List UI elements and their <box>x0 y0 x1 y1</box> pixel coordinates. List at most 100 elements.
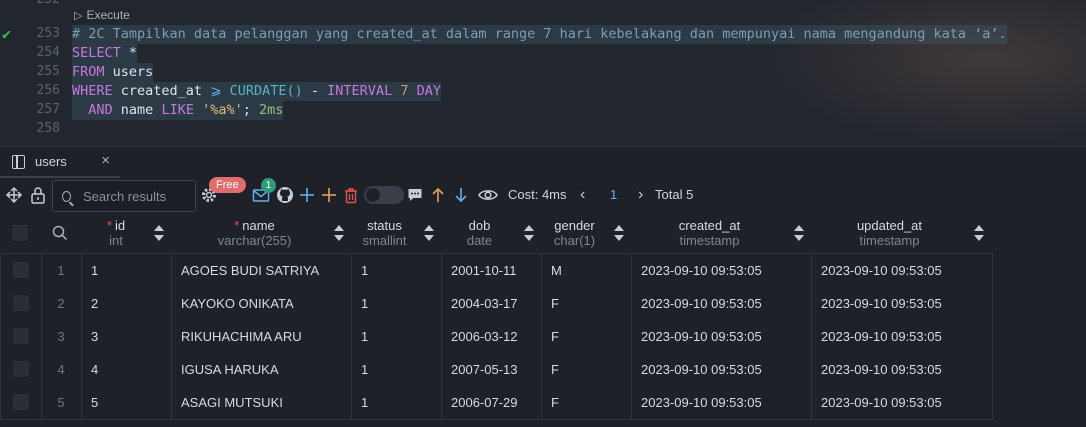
move-icon[interactable] <box>4 177 24 213</box>
column-type: timestamp <box>859 233 920 248</box>
row-checkbox[interactable] <box>13 295 29 311</box>
row-number: 4 <box>57 362 65 377</box>
cell-id[interactable]: 2 <box>91 287 166 320</box>
cell-created-at[interactable]: 2023-09-10 09:53:05 <box>641 287 806 320</box>
code-line-and: AND name LIKE '%a%'; 2ms <box>72 101 284 120</box>
sort-icon[interactable] <box>154 225 164 241</box>
cell-name[interactable]: ASAGI MUTSUKI <box>181 386 346 419</box>
cell-updated-at[interactable]: 2023-09-10 09:53:05 <box>821 353 986 386</box>
table-row[interactable]: 2 2 KAYOKO ONIKATA 1 2004-03-17 F 2023-0… <box>1 287 992 320</box>
cell-created-at[interactable]: 2023-09-10 09:53:05 <box>641 386 806 419</box>
table-row[interactable]: 3 3 RIKUHACHIMA ARU 1 2006-03-12 F 2023-… <box>1 320 992 353</box>
column-header-status[interactable]: status smallint <box>352 213 417 253</box>
lock-icon[interactable] <box>28 177 48 213</box>
arrow-down-icon[interactable] <box>451 177 471 213</box>
sort-icon[interactable] <box>614 225 624 241</box>
row-checkbox[interactable] <box>13 361 29 377</box>
page-number[interactable]: 1 <box>610 177 617 213</box>
cell-updated-at[interactable]: 2023-09-10 09:53:05 <box>821 254 986 287</box>
cell-id[interactable]: 5 <box>91 386 166 419</box>
row-checkbox[interactable] <box>13 262 29 278</box>
column-type: timestamp <box>679 233 740 248</box>
cell-created-at[interactable]: 2023-09-10 09:53:05 <box>641 254 806 287</box>
sql-keyword: SELECT <box>72 45 121 61</box>
sql-keyword: AND <box>88 102 113 118</box>
column-header-updated-at[interactable]: updated_at timestamp <box>812 213 967 253</box>
cell-created-at[interactable]: 2023-09-10 09:53:05 <box>641 320 806 353</box>
line-number: 252 <box>0 0 60 7</box>
cell-dob[interactable]: 2006-07-29 <box>451 386 536 419</box>
cell-dob[interactable]: 2006-03-12 <box>451 320 536 353</box>
cell-updated-at[interactable]: 2023-09-10 09:53:05 <box>821 320 986 353</box>
cell-updated-at[interactable]: 2023-09-10 09:53:05 <box>821 287 986 320</box>
table-row[interactable]: 5 5 ASAGI MUTSUKI 1 2006-07-29 F 2023-09… <box>1 386 992 419</box>
cell-gender[interactable]: F <box>551 353 626 386</box>
cell-status[interactable]: 1 <box>361 353 436 386</box>
execute-button[interactable]: ▷ Execute <box>74 8 130 22</box>
row-checkbox[interactable] <box>13 394 29 410</box>
next-page-button[interactable]: › <box>638 177 643 213</box>
add-column-icon[interactable] <box>319 177 339 213</box>
sort-icon[interactable] <box>424 225 434 241</box>
cell-updated-at[interactable]: 2023-09-10 09:53:05 <box>821 386 986 419</box>
code-line-select: SELECT * <box>72 44 138 63</box>
cell-status[interactable]: 1 <box>361 320 436 353</box>
column-header-dob[interactable]: dob date <box>442 213 517 253</box>
line-number: 256 <box>36 83 60 98</box>
search-field[interactable] <box>52 180 196 212</box>
cell-dob[interactable]: 2001-10-11 <box>451 254 536 287</box>
table-row[interactable]: 4 4 IGUSA HARUKA 1 2007-05-13 F 2023-09-… <box>1 353 992 386</box>
add-row-icon[interactable] <box>297 177 317 213</box>
column-header-gender[interactable]: gender char(1) <box>542 213 607 253</box>
sort-icon[interactable] <box>974 225 984 241</box>
search-input[interactable] <box>81 187 195 205</box>
prev-page-button[interactable]: ‹ <box>580 177 585 213</box>
cell-gender[interactable]: F <box>551 320 626 353</box>
cell-created-at[interactable]: 2023-09-10 09:53:05 <box>641 353 806 386</box>
cell-name[interactable]: IGUSA HARUKA <box>181 353 346 386</box>
cell-id[interactable]: 4 <box>91 353 166 386</box>
column-type: varchar(255) <box>217 233 292 248</box>
sort-icon[interactable] <box>794 225 804 241</box>
cell-name[interactable]: AGOES BUDI SATRIYA <box>181 254 346 287</box>
sort-icon[interactable] <box>334 225 344 241</box>
close-icon[interactable]: × <box>101 152 110 169</box>
cell-dob[interactable]: 2004-03-17 <box>451 287 536 320</box>
select-all-checkbox[interactable] <box>12 225 28 241</box>
row-number: 1 <box>57 263 65 278</box>
github-icon[interactable] <box>275 177 295 213</box>
eye-icon[interactable] <box>477 177 499 213</box>
cell-gender[interactable]: F <box>551 386 626 419</box>
table-icon <box>12 154 25 169</box>
column-name: id <box>114 218 126 233</box>
editor-background-art <box>756 0 1086 146</box>
row-number: 3 <box>57 329 65 344</box>
row-checkbox[interactable] <box>13 328 29 344</box>
search-icon[interactable] <box>50 213 70 253</box>
comment-icon[interactable] <box>405 177 425 213</box>
cell-id[interactable]: 3 <box>91 320 166 353</box>
sort-icon[interactable] <box>524 225 534 241</box>
cell-gender[interactable]: F <box>551 287 626 320</box>
cell-dob[interactable]: 2007-05-13 <box>451 353 536 386</box>
code-line-where: WHERE created_at ⩾ CURDATE() - INTERVAL … <box>72 82 441 101</box>
tab-users[interactable]: users × <box>0 147 120 178</box>
sql-keyword: WHERE <box>72 83 113 99</box>
cell-gender[interactable]: M <box>551 254 626 287</box>
cell-status[interactable]: 1 <box>361 386 436 419</box>
sql-editor[interactable]: 252 ▷Execute ✔ 253 254 255 256 257 258 #… <box>0 0 1086 146</box>
table-row[interactable]: 1 1 AGOES BUDI SATRIYA 1 2001-10-11 M 20… <box>1 254 992 287</box>
column-header-created-at[interactable]: created_at timestamp <box>632 213 787 253</box>
arrow-up-icon[interactable] <box>428 177 448 213</box>
cell-status[interactable]: 1 <box>361 287 436 320</box>
column-header-id[interactable]: * id int <box>82 213 150 253</box>
cell-name[interactable]: KAYOKO ONIKATA <box>181 287 346 320</box>
delete-icon[interactable] <box>341 177 361 213</box>
sql-text: name <box>112 102 162 118</box>
toggle-switch[interactable] <box>364 186 404 204</box>
cell-name[interactable]: RIKUHACHIMA ARU <box>181 320 346 353</box>
column-header-name[interactable]: * name varchar(255) <box>172 213 337 253</box>
cell-id[interactable]: 1 <box>91 254 166 287</box>
cell-status[interactable]: 1 <box>361 254 436 287</box>
execute-label: Execute <box>86 8 130 22</box>
